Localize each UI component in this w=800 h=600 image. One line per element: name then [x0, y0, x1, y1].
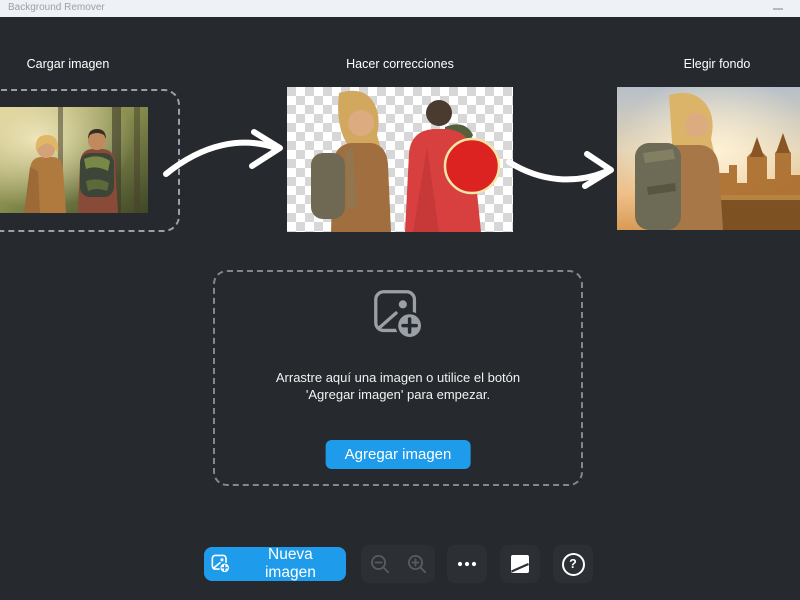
title-bar: Background Remover: [0, 0, 800, 17]
magnifier-plus-icon: [407, 555, 426, 574]
sample-result-image: [617, 87, 800, 230]
brush-cursor-icon: [443, 137, 501, 195]
image-add-icon: [211, 554, 231, 574]
sample-original-image: [0, 107, 148, 213]
step-label-load: Cargar imagen: [26, 57, 110, 71]
ellipsis-icon: [457, 561, 477, 567]
help-button[interactable]: ?: [553, 545, 593, 583]
drop-instructions: Arrastre aquí una imagen o utilice el bo…: [215, 369, 581, 403]
sample-corrections-image: [287, 87, 513, 232]
arrow-right-icon: [506, 151, 614, 189]
image-add-icon: [374, 290, 424, 340]
cutout-illustration: [311, 90, 501, 232]
more-options-button[interactable]: [447, 545, 487, 583]
new-image-label: Nueva imagen: [264, 546, 316, 581]
step-label-background: Elegir fondo: [683, 57, 751, 71]
city-sunset-illustration: [617, 87, 800, 230]
window-title: Background Remover: [8, 2, 105, 13]
zoom-button-group: [361, 545, 435, 583]
forest-photo-illustration: [0, 107, 148, 213]
change-background-button[interactable]: [500, 545, 540, 583]
image-drop-zone[interactable]: Arrastre aquí una imagen o utilice el bo…: [213, 270, 583, 486]
drop-instructions-line1: Arrastre aquí una imagen o utilice el bo…: [275, 370, 521, 385]
arrow-right-icon: [163, 129, 283, 177]
new-image-button[interactable]: Nueva imagen: [204, 546, 346, 581]
add-image-button[interactable]: Agregar imagen: [325, 440, 471, 469]
step-label-corrections: Hacer correcciones: [346, 57, 454, 71]
drop-instructions-line2: 'Agregar imagen' para empezar.: [305, 387, 491, 402]
minimize-icon: [773, 7, 783, 10]
magnifier-minus-icon: [370, 555, 389, 574]
minimize-button[interactable]: [766, 0, 790, 17]
zoom-in-button[interactable]: [398, 545, 435, 583]
question-icon: ?: [561, 552, 585, 576]
background-swatch-icon: [511, 555, 529, 573]
zoom-out-button[interactable]: [361, 545, 398, 583]
